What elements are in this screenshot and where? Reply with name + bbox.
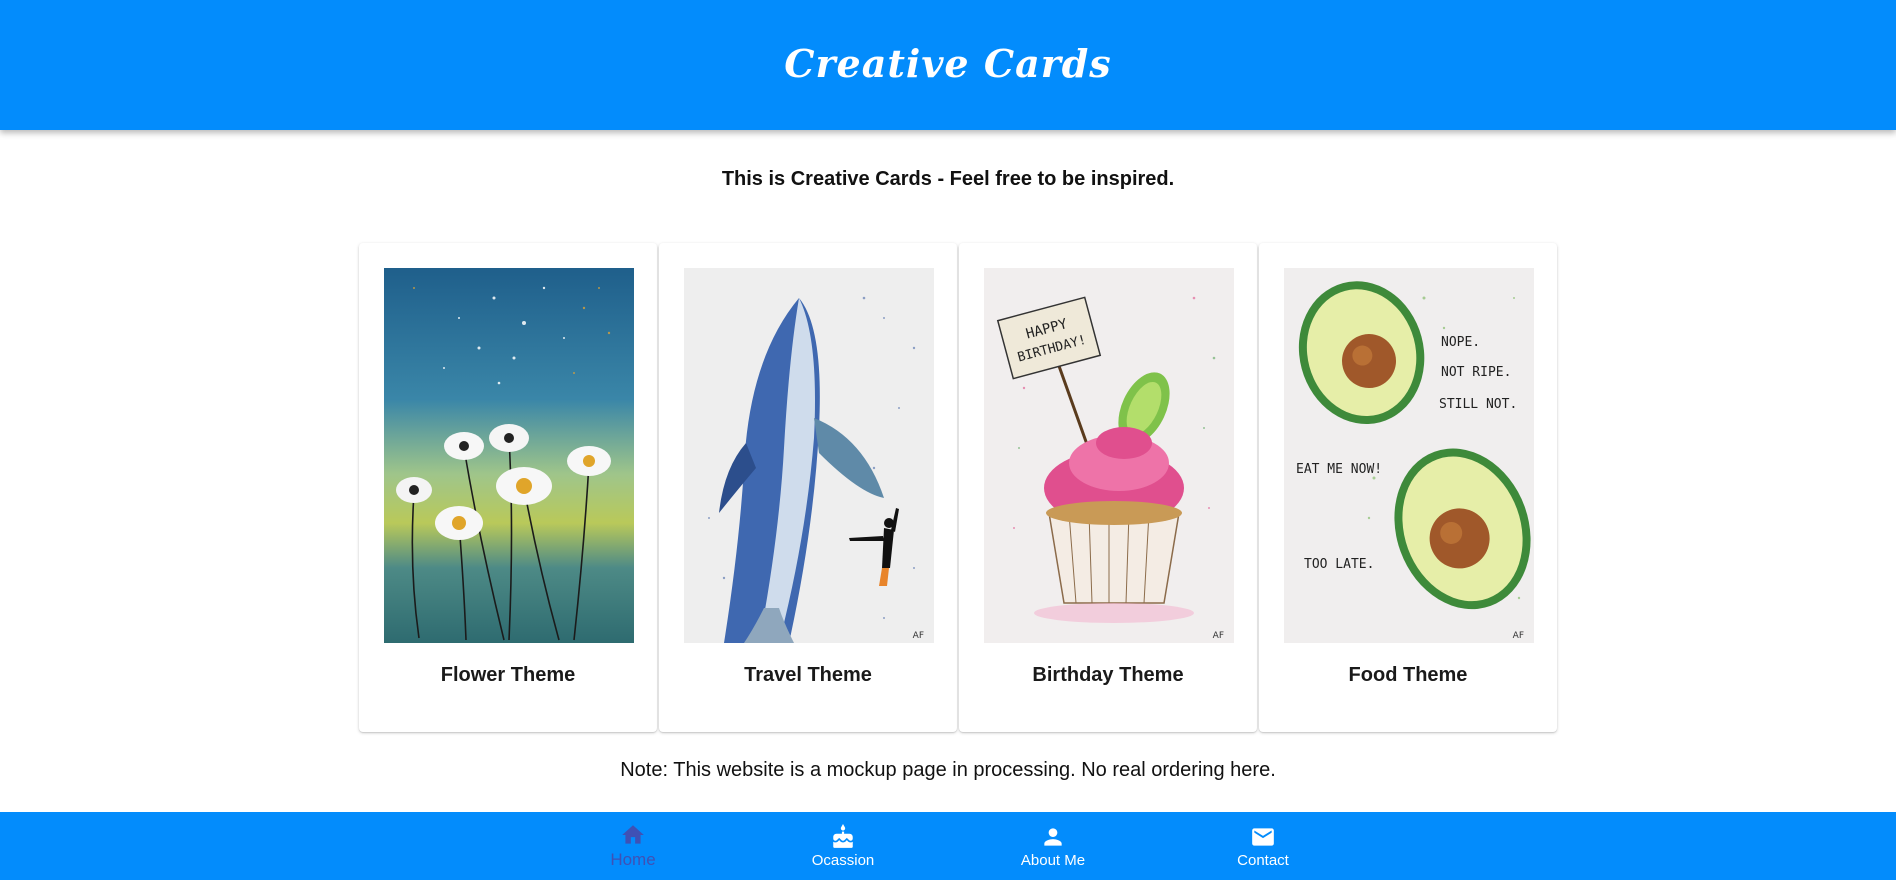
card-grid: Flower Theme AF Travel Theme HAPPY BIRTH… — [359, 243, 1559, 733]
nav-label: Home — [610, 850, 656, 869]
caption-line: STILL NOT. — [1439, 397, 1517, 412]
nav-about[interactable]: About Me — [948, 812, 1158, 880]
card-travel-theme[interactable]: AF Travel Theme — [659, 243, 957, 732]
artist-signature: AF — [1213, 631, 1224, 641]
avocado-painting: NOPE. NOT RIPE. STILL NOT. EAT ME NOW! T… — [1284, 268, 1534, 643]
disclaimer-note: Note: This website is a mockup page in p… — [620, 759, 1276, 781]
daisy-painting — [384, 268, 634, 643]
card-title: Travel Theme — [744, 664, 872, 686]
intro-text: This is Creative Cards - Feel free to be… — [721, 168, 1175, 190]
person-icon — [1044, 827, 1062, 846]
card-birthday-theme[interactable]: HAPPY BIRTHDAY! AF Birthday Theme — [959, 243, 1257, 732]
app-title: Creative Cards — [784, 40, 1112, 86]
card-title: Flower Theme — [440, 664, 576, 686]
travel-card-image: AF — [684, 268, 934, 643]
app-bar: Creative Cards — [0, 0, 1896, 130]
card-flower-theme[interactable]: Flower Theme — [359, 243, 657, 732]
nav-home[interactable]: Home — [528, 812, 738, 880]
card-title: Food Theme — [1348, 664, 1468, 686]
caption-line: EAT ME NOW! — [1296, 462, 1382, 477]
birthday-card-image: HAPPY BIRTHDAY! AF — [984, 268, 1234, 643]
nav-occasion[interactable]: Ocassion — [738, 812, 948, 880]
mail-icon — [1252, 827, 1274, 846]
card-food-theme[interactable]: NOPE. NOT RIPE. STILL NOT. EAT ME NOW! T… — [1259, 243, 1557, 732]
bottom-navigation: Home Ocassion About Me Contact — [0, 812, 1896, 880]
artist-signature: AF — [1513, 631, 1524, 641]
flower-card-image — [384, 268, 634, 643]
caption-line: TOO LATE. — [1304, 557, 1374, 572]
nav-label: Ocassion — [811, 851, 875, 869]
whale-painting: AF — [684, 268, 934, 643]
home-icon — [622, 825, 644, 844]
artist-signature: AF — [913, 631, 924, 641]
nav-label: Contact — [1237, 851, 1289, 869]
card-title: Birthday Theme — [1032, 664, 1184, 686]
caption-line: NOPE. — [1441, 335, 1480, 350]
food-card-image: NOPE. NOT RIPE. STILL NOT. EAT ME NOW! T… — [1284, 268, 1534, 643]
nav-label: About Me — [1020, 851, 1086, 869]
nav-contact[interactable]: Contact — [1158, 812, 1368, 880]
cupcake-painting: HAPPY BIRTHDAY! AF — [984, 268, 1234, 643]
cake-icon — [833, 823, 853, 848]
caption-line: NOT RIPE. — [1441, 365, 1511, 380]
